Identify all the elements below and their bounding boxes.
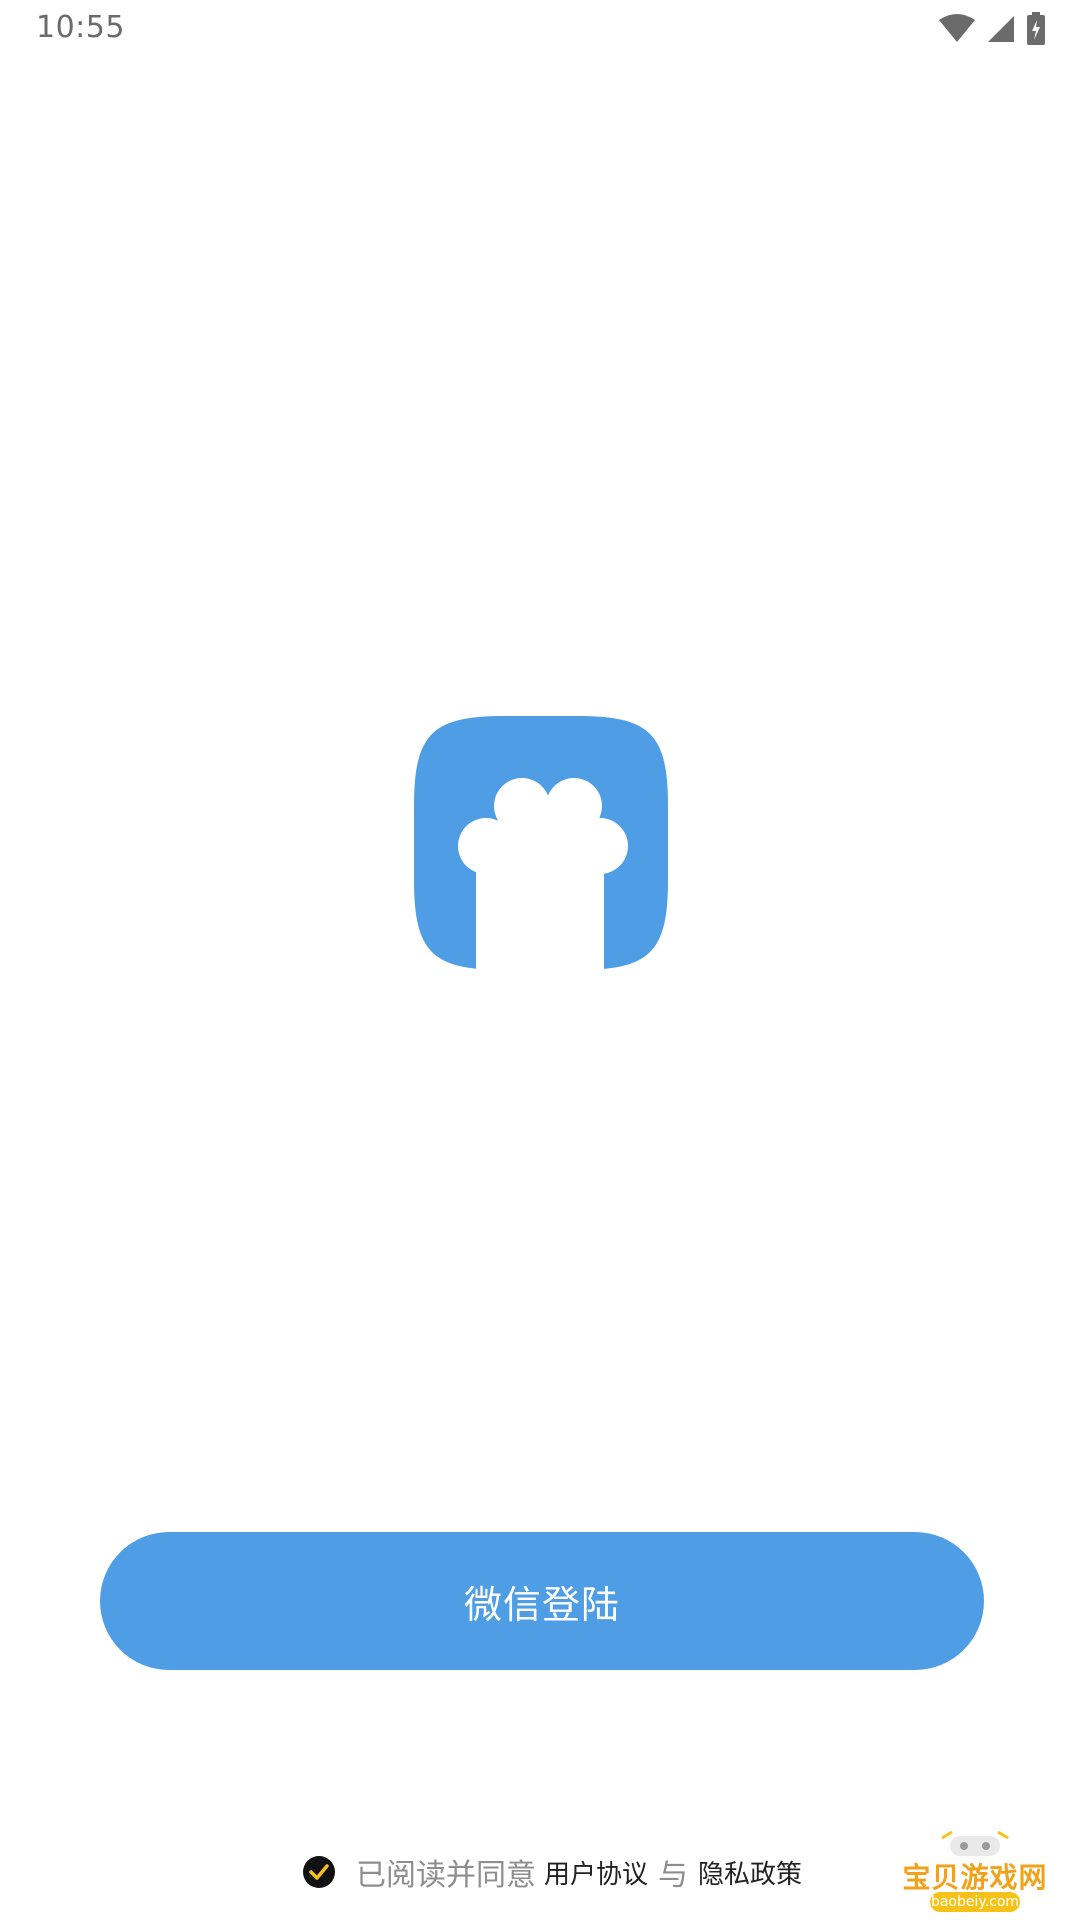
watermark-title: 宝贝游戏网 [902, 1861, 1048, 1894]
status-time: 10:55 [36, 10, 125, 45]
watermark: 宝贝游戏网 baobeiy.com [900, 1830, 1050, 1918]
battery-charging-icon [1026, 12, 1046, 46]
agreement-conjunction: 与 [658, 1858, 689, 1893]
agreement-checkbox[interactable] [302, 1855, 356, 1889]
privacy-policy-link[interactable]: 隐私政策 [698, 1854, 802, 1891]
status-icons [938, 12, 1046, 46]
paw-logo-icon [414, 716, 668, 976]
app-logo [414, 716, 668, 976]
check-circle-icon [303, 1856, 335, 1888]
wifi-icon [938, 14, 976, 44]
watermark-url: baobeiy.com [930, 1892, 1020, 1912]
agreement-prefix: 已阅读并同意 [356, 1858, 536, 1893]
wechat-login-button[interactable]: 微信登陆 [100, 1532, 984, 1670]
user-agreement-link[interactable]: 用户协议 [544, 1854, 648, 1891]
status-bar: 10:55 [0, 0, 1080, 62]
login-screen: 10:55 微信登陆 已阅读并同意 用户协议 与 隐私政策 宝贝游戏网 baob… [0, 0, 1080, 1920]
gamepad-icon [941, 1830, 1009, 1856]
cellular-signal-icon [986, 14, 1016, 44]
agreement-row: 已阅读并同意 用户协议 与 隐私政策 [302, 1850, 802, 1894]
